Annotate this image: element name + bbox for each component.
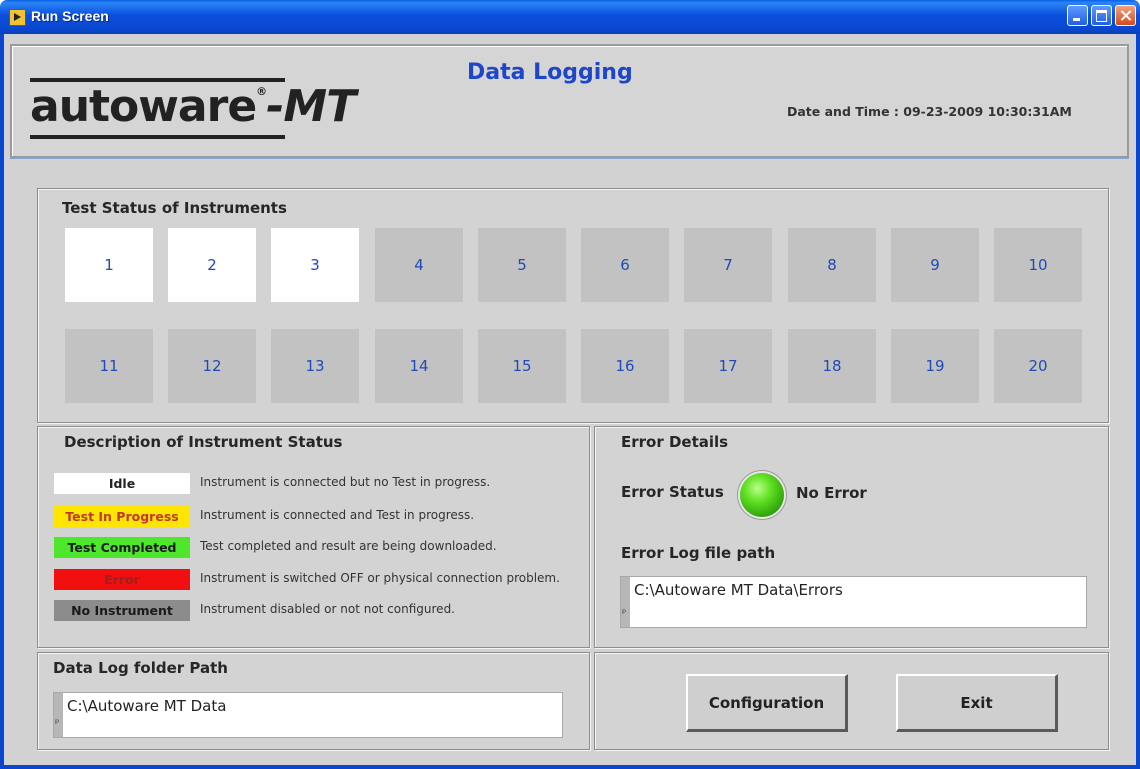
window-title: Run Screen — [31, 8, 109, 24]
instrument-tile-14: 14 — [375, 329, 463, 403]
date-time: Date and Time : 09-23-2009 10:30:31AM — [787, 104, 1072, 119]
legend-swatch-no-instrument: No Instrument — [54, 600, 190, 621]
instrument-tile-7: 7 — [684, 228, 772, 302]
configuration-button[interactable]: Configuration — [686, 674, 848, 732]
page-title: Data Logging — [467, 60, 633, 85]
window-title-bar[interactable]: Run Screen — [0, 0, 1140, 34]
legend-description: Instrument is switched OFF or physical c… — [200, 571, 560, 585]
data-log-path: C:\Autoware MT Data — [67, 697, 227, 715]
error-log-label: Error Log file path — [621, 544, 776, 562]
instrument-tile-16: 16 — [581, 329, 669, 403]
instrument-tile-2: 2 — [168, 228, 256, 302]
app-icon — [9, 9, 26, 26]
error-log-path: C:\Autoware MT Data\Errors — [634, 581, 843, 599]
exit-button[interactable]: Exit — [896, 674, 1058, 732]
instrument-tile-19: 19 — [891, 329, 979, 403]
error-log-path-field[interactable]: C:\Autoware MT Data\Errors — [620, 576, 1087, 628]
legend-description: Instrument is connected and Test in prog… — [200, 508, 475, 522]
header-divider — [10, 158, 1129, 159]
legend-description: Test completed and result are being down… — [200, 539, 497, 553]
instrument-tile-18: 18 — [788, 329, 876, 403]
legend-description: Instrument is connected but no Test in p… — [200, 475, 491, 489]
instrument-tile-1: 1 — [65, 228, 153, 302]
legend-swatch-idle: Idle — [54, 473, 190, 494]
logo-rule-bottom — [30, 135, 285, 139]
instrument-tile-6: 6 — [581, 228, 669, 302]
minimize-button[interactable] — [1067, 5, 1088, 26]
data-log-title: Data Log folder Path — [53, 659, 228, 677]
path-browse-icon — [621, 577, 630, 627]
instrument-tile-13: 13 — [271, 329, 359, 403]
instrument-tile-20: 20 — [994, 329, 1082, 403]
legend-swatch-test-in-progress: Test In Progress — [54, 506, 190, 527]
instrument-tile-12: 12 — [168, 329, 256, 403]
error-status-value: No Error — [796, 484, 867, 502]
error-status-label: Error Status — [621, 483, 724, 501]
legend-description: Instrument disabled or not not configure… — [200, 602, 455, 616]
instrument-tile-17: 17 — [684, 329, 772, 403]
test-status-title: Test Status of Instruments — [62, 199, 287, 217]
instrument-tile-3: 3 — [271, 228, 359, 302]
error-details-title: Error Details — [621, 433, 729, 451]
description-title: Description of Instrument Status — [64, 433, 343, 451]
instrument-tile-4: 4 — [375, 228, 463, 302]
instrument-tile-10: 10 — [994, 228, 1082, 302]
instrument-tile-15: 15 — [478, 329, 566, 403]
maximize-button[interactable] — [1091, 5, 1112, 26]
instrument-tile-5: 5 — [478, 228, 566, 302]
instrument-tile-8: 8 — [788, 228, 876, 302]
legend-swatch-error: Error — [54, 569, 190, 590]
close-button[interactable] — [1115, 5, 1136, 26]
instrument-tile-11: 11 — [65, 329, 153, 403]
legend-swatch-test-completed: Test Completed — [54, 537, 190, 558]
instrument-tile-9: 9 — [891, 228, 979, 302]
autoware-logo: autoware®-MT — [30, 81, 356, 132]
error-status-led-icon — [740, 473, 784, 517]
data-log-path-field[interactable]: C:\Autoware MT Data — [53, 692, 563, 738]
path-browse-icon — [54, 693, 63, 737]
